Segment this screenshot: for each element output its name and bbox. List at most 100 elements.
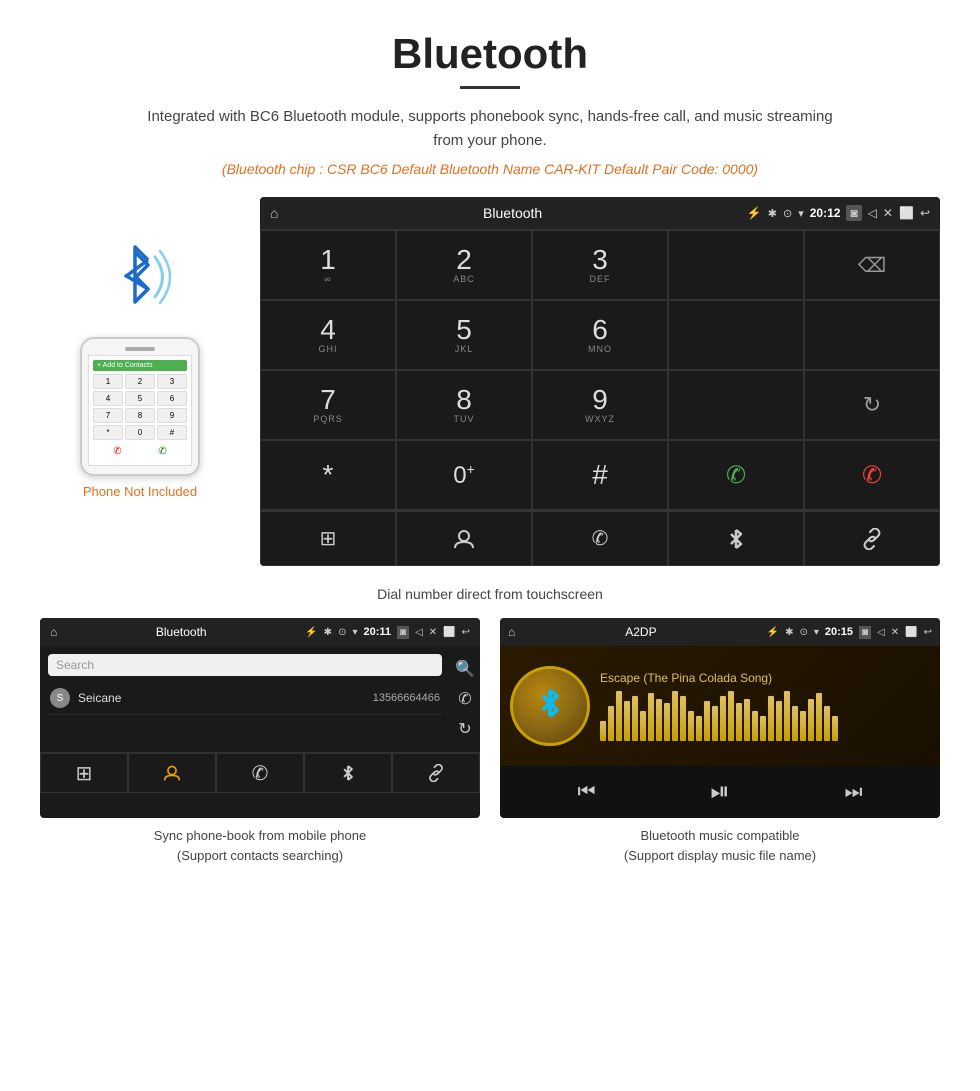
phone-bottom-bar: ✆ ✆: [93, 440, 187, 461]
dialpad-icon[interactable]: ⊞: [260, 511, 396, 566]
music-camera-icon[interactable]: ◙: [859, 626, 871, 639]
key-8[interactable]: 8 TUV: [396, 370, 532, 440]
phone-key-7: 7: [93, 408, 123, 423]
phone-key-0: 0: [125, 425, 155, 440]
play-pause-button[interactable]: ⏯: [700, 774, 739, 810]
empty-cell-4: [668, 370, 804, 440]
phone-key-5: 5: [125, 391, 155, 406]
close-icon[interactable]: ✕: [883, 206, 893, 220]
prev-button[interactable]: ⏮: [567, 777, 605, 808]
call-side-icon[interactable]: ✆: [450, 684, 480, 714]
pb-contact-row: S Seicane 13566664466: [48, 682, 442, 715]
status-time: 20:12: [810, 206, 841, 220]
volume-icon[interactable]: ◁: [868, 206, 877, 220]
phonebook-caption: Sync phone-book from mobile phone(Suppor…: [40, 826, 480, 865]
dialer-status-bar: ⌂ Bluetooth ⚡ ✱ ⊙ ▾ 20:12 ◙ ◁ ✕ ⬜ ↩: [260, 197, 940, 229]
music-vol-icon[interactable]: ◁: [877, 627, 885, 638]
pb-time: 20:11: [363, 626, 391, 638]
main-content: + Add to Contacts 1 2 3 4 5 6 7 8 9 * 0 …: [0, 187, 980, 576]
key-9[interactable]: 9 WXYZ: [532, 370, 668, 440]
refresh-side-icon[interactable]: ↻: [450, 714, 480, 744]
dial-caption: Dial number direct from touchscreen: [0, 576, 980, 618]
pb-camera-icon[interactable]: ◙: [397, 626, 409, 639]
window-icon[interactable]: ⬜: [899, 206, 914, 220]
pb-window-icon[interactable]: ⬜: [443, 627, 455, 638]
pb-close-icon[interactable]: ✕: [429, 627, 437, 638]
pb-signal-icon: ▾: [352, 627, 357, 638]
pb-contacts-icon[interactable]: [128, 753, 216, 793]
pb-side-icons: 🔍 ✆ ↻: [450, 646, 480, 752]
pb-search-placeholder: Search: [56, 658, 94, 672]
music-home-icon[interactable]: ⌂: [508, 625, 515, 639]
phone-call: ✆: [154, 444, 170, 459]
music-window-icon[interactable]: ⬜: [905, 627, 917, 638]
music-bt-status: ✱: [785, 627, 793, 638]
key-4[interactable]: 4 GHI: [260, 300, 396, 370]
backspace-button[interactable]: ⌫: [804, 230, 940, 300]
music-content: Escape (The Pina Colada Song): [500, 646, 940, 766]
key-1[interactable]: 1 ∞: [260, 230, 396, 300]
key-star[interactable]: *: [260, 440, 396, 510]
contact-letter-s: S: [50, 688, 70, 708]
camera-icon[interactable]: ◙: [846, 205, 861, 221]
key-2[interactable]: 2 ABC: [396, 230, 532, 300]
music-signal-icon: ▾: [814, 627, 819, 638]
music-back-icon[interactable]: ↩: [924, 627, 932, 638]
music-album-bt-icon: [537, 687, 563, 725]
pb-dialpad-icon[interactable]: ⊞: [40, 753, 128, 793]
info-line: (Bluetooth chip : CSR BC6 Default Blueto…: [20, 161, 960, 177]
call-green-button[interactable]: ✆: [668, 440, 804, 510]
pb-vol-icon[interactable]: ◁: [415, 627, 423, 638]
dialer-screen: ⌂ Bluetooth ⚡ ✱ ⊙ ▾ 20:12 ◙ ◁ ✕ ⬜ ↩ 1 ∞: [260, 197, 940, 566]
empty-cell-3: [804, 300, 940, 370]
pb-bt-bottom-icon[interactable]: [304, 753, 392, 793]
pb-phone-icon[interactable]: ✆: [216, 753, 304, 793]
location-icon: ⊙: [783, 207, 792, 220]
pb-link-icon[interactable]: [392, 753, 480, 793]
bluetooth-signal: [95, 237, 185, 317]
music-close-icon[interactable]: ✕: [891, 627, 899, 638]
song-name: Escape (The Pina Colada Song): [600, 671, 930, 685]
back-icon[interactable]: ↩: [920, 206, 930, 220]
add-contact-label: + Add to Contacts: [97, 362, 152, 369]
music-screen: ⌂ A2DP ⚡ ✱ ⊙ ▾ 20:15 ◙ ◁ ✕ ⬜ ↩: [500, 618, 940, 818]
phone-key-6: 6: [157, 391, 187, 406]
phone-icon[interactable]: ✆: [532, 511, 668, 566]
contact-number: 13566664466: [373, 692, 440, 704]
phone-end-call: ✆: [109, 444, 125, 459]
key-hash[interactable]: #: [532, 440, 668, 510]
phone-not-included: Phone Not Included: [83, 484, 197, 499]
empty-cell-2: [668, 300, 804, 370]
key-5[interactable]: 5 JKL: [396, 300, 532, 370]
phonebook-panel: ⌂ Bluetooth ⚡ ✱ ⊙ ▾ 20:11 ◙ ◁ ✕ ⬜ ↩ Sear…: [40, 618, 480, 865]
empty-cell-1: [668, 230, 804, 300]
next-button[interactable]: ⏭: [835, 777, 873, 808]
link-icon[interactable]: [804, 511, 940, 566]
search-side-icon[interactable]: 🔍: [450, 654, 480, 684]
phone-speaker: [125, 347, 155, 351]
title-section: Bluetooth Integrated with BC6 Bluetooth …: [0, 0, 980, 187]
key-3[interactable]: 3 DEF: [532, 230, 668, 300]
phone-top-bar: [88, 347, 192, 351]
contacts-icon[interactable]: [396, 511, 532, 566]
dialer-grid: 1 ∞ 2 ABC 3 DEF ⌫ 4 GHI 5 JKL: [260, 229, 940, 510]
pb-back-icon[interactable]: ↩: [462, 627, 470, 638]
rotate-button[interactable]: ↻: [804, 370, 940, 440]
key-7[interactable]: 7 PQRS: [260, 370, 396, 440]
phone-screen: + Add to Contacts 1 2 3 4 5 6 7 8 9 * 0 …: [88, 355, 192, 466]
contact-name: Seicane: [78, 691, 373, 705]
bluetooth-icon[interactable]: [668, 511, 804, 566]
key-0[interactable]: 0+: [396, 440, 532, 510]
phone-key-hash: #: [157, 425, 187, 440]
pb-search-bar[interactable]: Search: [48, 654, 442, 676]
key-6[interactable]: 6 MNO: [532, 300, 668, 370]
pb-home-icon[interactable]: ⌂: [50, 625, 57, 639]
pb-loc-icon: ⊙: [338, 627, 346, 638]
phone-key-2: 2: [125, 374, 155, 389]
dialer-bottom-bar: ⊞ ✆: [260, 510, 940, 566]
pb-bottom-bar: ⊞ ✆: [40, 752, 480, 793]
phone-contact-bar: + Add to Contacts: [93, 360, 187, 371]
home-icon[interactable]: ⌂: [270, 205, 278, 221]
end-call-button[interactable]: ✆: [804, 440, 940, 510]
music-caption: Bluetooth music compatible(Support displ…: [500, 826, 940, 865]
